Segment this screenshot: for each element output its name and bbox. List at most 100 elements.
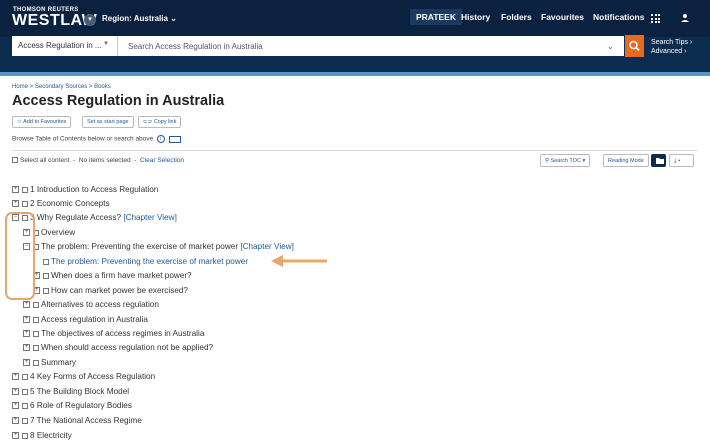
clear-selection-link[interactable]: Clear Selection	[140, 157, 184, 164]
toc-item-checkbox[interactable]	[22, 432, 28, 439]
toc-item-checkbox[interactable]	[22, 417, 28, 424]
expand-icon[interactable]: +	[12, 186, 19, 194]
toc-item-checkbox[interactable]	[33, 359, 39, 366]
annotation-arrow-icon	[271, 255, 327, 267]
toc-item-label[interactable]: The objectives of access regimes in Aust…	[41, 329, 204, 338]
toc-item-checkbox[interactable]	[22, 186, 28, 193]
chapter-view-link[interactable]: [Chapter View]	[123, 213, 177, 222]
toc-item-label[interactable]: 6 Role of Regulatory Bodies	[30, 401, 132, 410]
select-all-label[interactable]: Select all content	[20, 157, 70, 164]
region-selector[interactable]: Region: Australia ⌄	[102, 14, 177, 23]
expand-icon[interactable]: +	[23, 301, 30, 309]
toc-item[interactable]: + The objectives of access regimes in Aus…	[23, 328, 204, 340]
search-tips-link[interactable]: Search Tips ›	[651, 38, 692, 47]
toc-item[interactable]: + How can market power be exercised?	[33, 285, 188, 297]
nav-notifications[interactable]: Notifications	[593, 12, 644, 22]
expand-icon[interactable]: +	[12, 402, 19, 410]
toc-item-checkbox[interactable]	[33, 316, 39, 323]
header-accent-strip	[0, 72, 710, 76]
toc-item-checkbox[interactable]	[43, 287, 49, 294]
search-button[interactable]	[625, 35, 644, 57]
toc-item-label[interactable]: 1 Introduction to Access Regulation	[30, 185, 158, 194]
toc-item-label[interactable]: 4 Key Forms of Access Regulation	[30, 372, 155, 381]
toc-item[interactable]: − The problem: Preventing the exercise of…	[23, 241, 294, 253]
toc-item-checkbox[interactable]	[33, 344, 39, 351]
toc-item-label[interactable]: Summary	[41, 358, 76, 367]
toc-item-label[interactable]: Access regulation in Australia	[41, 315, 148, 324]
expand-icon[interactable]: +	[23, 330, 30, 338]
toc-item[interactable]: −3 Why Regulate Access? [Chapter View]	[12, 212, 177, 224]
search-scope-dropdown[interactable]: Access Regulation in ... ▼	[12, 36, 118, 56]
toc-item[interactable]: + Summary	[23, 357, 76, 369]
search-toc-button[interactable]: ⚲ Search TOC ▾	[540, 154, 591, 167]
toc-item-label[interactable]: Alternatives to access regulation	[41, 300, 159, 309]
toc-item[interactable]: +2 Economic Concepts	[12, 198, 110, 210]
toc-item[interactable]: + Alternatives to access regulation	[23, 299, 159, 311]
folder-button[interactable]	[651, 154, 666, 167]
download-button[interactable]: ⤓ ▾	[669, 154, 694, 167]
breadcrumb-secondary-sources[interactable]: Secondary Sources	[35, 84, 87, 90]
toc-item-label[interactable]: 7 The National Access Regime	[30, 416, 142, 425]
expand-icon[interactable]: +	[12, 417, 19, 425]
search-history-chevron-icon[interactable]: ⌄	[607, 42, 614, 51]
nav-user[interactable]: PRATEEK	[410, 9, 462, 25]
search-input[interactable]	[118, 36, 624, 56]
advanced-search-link[interactable]: Advanced ›	[651, 47, 692, 56]
expand-icon[interactable]: +	[23, 316, 30, 324]
toc-item-label[interactable]: 5 The Building Block Model	[30, 387, 129, 396]
expand-icon[interactable]: +	[12, 388, 19, 396]
toc-item[interactable]: +6 Role of Regulatory Bodies	[12, 400, 132, 412]
folder-icon	[656, 158, 664, 164]
toc-item[interactable]: + When should access regulation not be ap…	[23, 342, 213, 354]
toc-item[interactable]: + Access regulation in Australia	[23, 314, 148, 326]
nav-history[interactable]: History	[461, 12, 490, 22]
toc-item[interactable]: +7 The National Access Regime	[12, 415, 142, 427]
chapter-view-link[interactable]: [Chapter View]	[240, 242, 294, 251]
expand-icon[interactable]: +	[12, 432, 19, 440]
product-switcher-icon[interactable]: ▾	[84, 14, 96, 26]
chevron-down-icon: ⌄	[170, 14, 177, 23]
toc-item-checkbox[interactable]	[22, 388, 28, 395]
toc-item-checkbox[interactable]	[22, 402, 28, 409]
nav-folders[interactable]: Folders	[501, 12, 532, 22]
info-icon[interactable]: i	[156, 135, 165, 143]
add-to-favourites-button[interactable]: ☆ Add to Favourites	[12, 116, 72, 128]
toc-item-checkbox[interactable]	[33, 301, 39, 308]
toc-item[interactable]: + When does a firm have market power?	[33, 270, 192, 282]
breadcrumb-home[interactable]: Home	[12, 84, 28, 90]
toc-item-checkbox[interactable]	[43, 258, 49, 265]
toc-item-label[interactable]: How can market power be exercised?	[51, 286, 188, 295]
toc-item-checkbox[interactable]	[22, 200, 28, 207]
reading-mode-button[interactable]: Reading Mode	[603, 154, 649, 167]
toc-item-label[interactable]: 3 Why Regulate Access?	[30, 213, 121, 222]
expand-icon[interactable]: +	[12, 200, 19, 208]
expand-icon[interactable]: +	[12, 373, 19, 381]
toc-item[interactable]: The problem: Preventing the exercise of …	[43, 256, 248, 268]
apps-grid-icon[interactable]	[651, 14, 660, 23]
toc-item-label[interactable]: 8 Electricity	[30, 431, 72, 440]
toc-item-label[interactable]: When should access regulation not be app…	[41, 343, 213, 352]
toc-item-label[interactable]: When does a firm have market power?	[51, 271, 192, 280]
toc-item[interactable]: +8 Electricity	[12, 430, 72, 442]
expand-icon[interactable]: +	[23, 359, 30, 367]
toc-item-label[interactable]: Overview	[41, 228, 75, 237]
breadcrumb-books[interactable]: Books	[94, 84, 111, 90]
toc-item-label[interactable]: The problem: Preventing the exercise of …	[41, 242, 238, 251]
select-all-checkbox[interactable]	[12, 157, 18, 164]
user-icon[interactable]	[680, 13, 690, 23]
toc-item-checkbox[interactable]	[33, 330, 39, 337]
keyboard-icon[interactable]	[168, 135, 181, 143]
toc-item-label[interactable]: 2 Economic Concepts	[30, 199, 110, 208]
toc-item-checkbox[interactable]	[22, 373, 28, 380]
copy-link-button[interactable]: ⊂⊃ Copy link	[138, 116, 182, 128]
toc-item[interactable]: +1 Introduction to Access Regulation	[12, 184, 158, 196]
toc-item-label[interactable]: The problem: Preventing the exercise of …	[51, 257, 248, 266]
set-start-page-button[interactable]: Set as start page	[82, 116, 134, 128]
toc-item[interactable]: +4 Key Forms of Access Regulation	[12, 371, 155, 383]
caret-down-icon: ▼	[103, 41, 109, 47]
toc-item-checkbox[interactable]	[43, 272, 49, 279]
search-icon: ⚲	[545, 158, 550, 164]
nav-favourites[interactable]: Favourites	[541, 12, 584, 22]
expand-icon[interactable]: +	[23, 344, 30, 352]
toc-item[interactable]: +5 The Building Block Model	[12, 386, 129, 398]
